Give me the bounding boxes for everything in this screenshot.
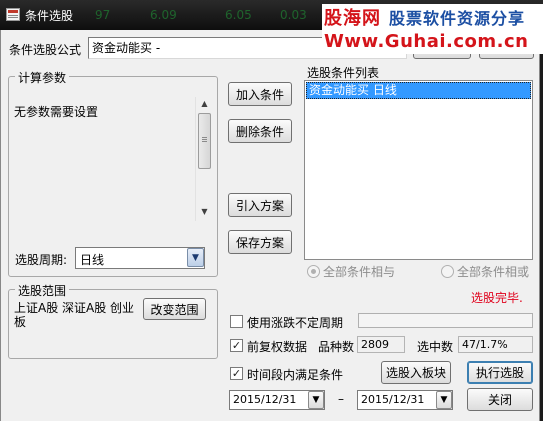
range-group-title: 选股范围 [15, 282, 70, 299]
period-label: 选股周期: [15, 253, 68, 267]
watermark-brand: 股海网 [324, 8, 381, 29]
params-scrollbar[interactable]: ▲ ▼ [195, 97, 212, 221]
status-text: 选股完毕. [471, 291, 523, 305]
chevron-down-icon[interactable]: ▼ [436, 391, 452, 409]
watermark-url: Www.Guhai.com.cn [322, 30, 543, 54]
chevron-down-icon[interactable]: ▼ [187, 248, 204, 267]
params-group-title: 计算参数 [15, 69, 70, 86]
condition-list-label: 选股条件列表 [307, 66, 380, 80]
chevron-down-icon[interactable]: ▼ [308, 391, 324, 409]
background-quote: 0.03 [280, 8, 307, 22]
end-date-picker[interactable]: 2015/12/31 ▼ [357, 390, 453, 410]
adjusted-data-label: 前复权数据 [247, 340, 308, 354]
window-title: 条件选股 [25, 9, 74, 23]
condition-list[interactable]: 资金动能买 日线 [304, 80, 533, 260]
background-quote: 6.09 [150, 8, 177, 22]
radio-or-label: 全部条件相或 [457, 265, 530, 279]
delete-condition-button[interactable]: 删除条件 [228, 119, 292, 143]
background-quote: 97 [95, 8, 111, 22]
scroll-down-icon[interactable]: ▼ [196, 207, 213, 216]
count-value: 2809 [357, 336, 405, 353]
variable-period-label: 使用涨跌不定周期 [247, 316, 344, 330]
close-button[interactable]: 关闭 [467, 388, 533, 411]
progress-bar [358, 313, 533, 328]
start-date-picker[interactable]: 2015/12/31 ▼ [229, 390, 325, 410]
scroll-up-icon[interactable]: ▲ [196, 99, 213, 108]
add-condition-button[interactable]: 加入条件 [228, 82, 292, 106]
adjusted-data-checkbox[interactable]: ✓ [230, 339, 243, 352]
change-range-button[interactable]: 改变范围 [143, 298, 206, 320]
period-value: 日线 [80, 253, 105, 267]
scroll-thumb[interactable] [198, 113, 211, 169]
select-to-block-button[interactable]: 选股入板块 [381, 361, 451, 384]
watermark-banner: 股海网 股票软件资源分享 [322, 4, 543, 30]
formula-value: 资金动能买 - [92, 41, 161, 55]
end-date-value: 2015/12/31 [361, 393, 425, 406]
background-quote: 6.05 [225, 8, 252, 22]
params-message: 无参数需要设置 [14, 105, 99, 119]
watermark-tagline: 股票软件资源分享 [389, 9, 526, 28]
import-plan-button[interactable]: 引入方案 [228, 193, 292, 217]
start-date-value: 2015/12/31 [233, 393, 297, 406]
radio-and-label: 全部条件相与 [323, 265, 396, 279]
save-plan-button[interactable]: 保存方案 [228, 230, 292, 254]
run-screen-button[interactable]: 执行选股 [467, 361, 533, 384]
date-dash: – [338, 392, 344, 406]
radio-or[interactable] [441, 265, 454, 278]
time-range-checkbox[interactable]: ✓ [230, 367, 243, 380]
stock-screener-dialog: 条件选股公式 资金动能买 - 计算参数 无参数需要设置 ▲ ▼ 选股周期: 日线… [0, 30, 540, 421]
period-select[interactable]: 日线 ▼ [75, 247, 205, 269]
count-label: 品种数 [318, 340, 355, 354]
selected-label: 选中数 [417, 340, 454, 354]
list-item[interactable]: 资金动能买 日线 [306, 82, 531, 99]
range-value: 上证A股 深证A股 创业板 [14, 301, 135, 329]
radio-and[interactable] [307, 265, 320, 278]
formula-label: 条件选股公式 [9, 43, 82, 57]
app-icon [6, 8, 20, 21]
variable-period-checkbox[interactable] [230, 315, 243, 328]
time-range-label: 时间段内满足条件 [247, 368, 344, 382]
selected-value: 47/1.7% [458, 336, 533, 353]
